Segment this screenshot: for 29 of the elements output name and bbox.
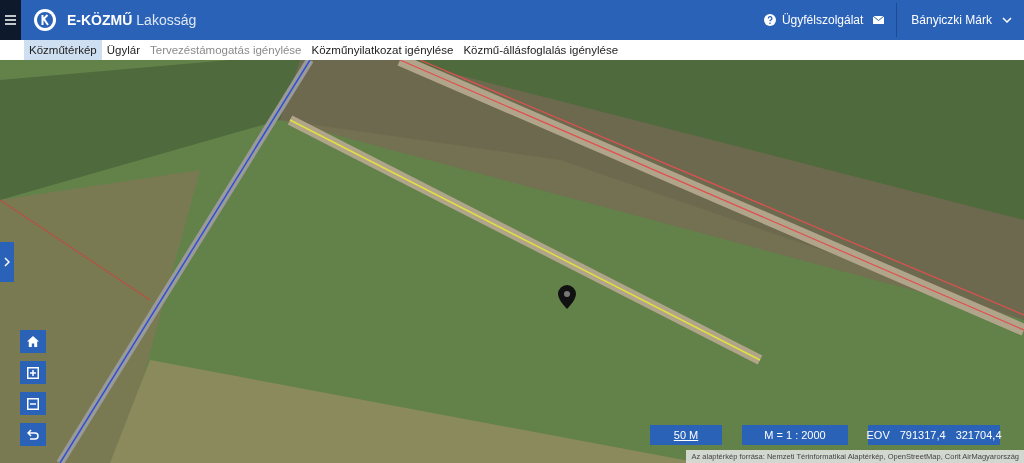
scale-bar: 50 M: [650, 425, 722, 445]
coordinate-system-label: EOV: [866, 429, 890, 441]
logo-icon: [33, 8, 57, 32]
help-icon: [763, 14, 776, 26]
zoom-in-button[interactable]: [20, 361, 46, 384]
coordinate-value: 321704,4: [955, 429, 1002, 441]
chevron-down-icon: [1002, 17, 1012, 23]
back-button[interactable]: [20, 423, 46, 446]
plus-square-icon: [27, 366, 39, 379]
chevron-right-icon: [4, 257, 10, 267]
scale-ratio: M = 1 : 2000: [742, 425, 848, 445]
nav-tab[interactable]: Közműtérkép: [24, 40, 102, 60]
zoom-out-button[interactable]: [20, 392, 46, 415]
user-menu[interactable]: Bányiczki Márk: [911, 13, 1012, 27]
minus-square-icon: [27, 397, 39, 410]
nav-tab[interactable]: Közmű-állásfoglalás igénylése: [458, 40, 624, 60]
app-title: E-KÖZMŰ Lakosság: [67, 12, 197, 28]
mail-icon[interactable]: [873, 16, 885, 24]
map-pin-icon: [557, 285, 577, 309]
home-button[interactable]: [20, 330, 46, 353]
menu-button[interactable]: [0, 0, 21, 40]
nav-tab[interactable]: Ügylár: [101, 40, 145, 60]
coordinate-value: 791317,4: [899, 429, 946, 441]
support-link[interactable]: Ügyfélszolgálat: [763, 13, 864, 27]
menu-icon: [5, 15, 16, 25]
undo-arrow-icon: [27, 429, 39, 440]
nav-tab[interactable]: Közműnyilatkozat igénylése: [306, 40, 459, 60]
home-icon: [27, 336, 39, 347]
expand-panel-button[interactable]: [0, 242, 14, 282]
